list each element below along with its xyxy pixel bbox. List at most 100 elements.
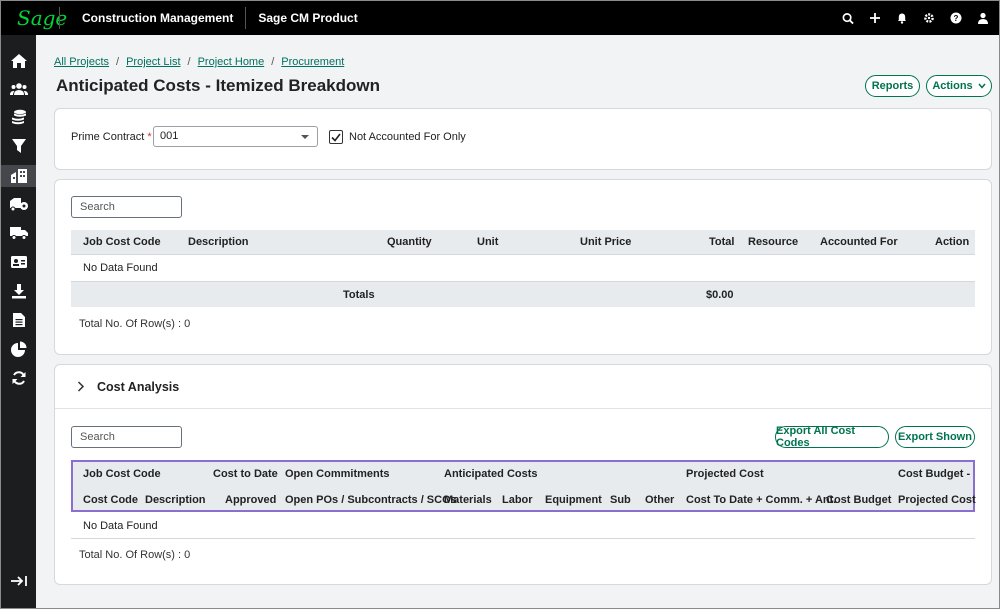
actions-label: Actions <box>932 80 973 92</box>
col-ca-description[interactable]: Description <box>145 494 206 506</box>
refresh-icon[interactable] <box>9 368 29 388</box>
people-icon[interactable] <box>9 79 29 99</box>
cost-analysis-title: Cost Analysis <box>97 380 180 394</box>
prime-contract-value: 001 <box>160 130 179 142</box>
group-job-cost-code[interactable]: Job Cost Code <box>83 468 161 480</box>
home-icon[interactable] <box>9 51 29 71</box>
main-content: All Projects / Project List / Project Ho… <box>37 35 999 608</box>
app-title[interactable]: Construction Management <box>60 11 245 25</box>
col-cost-to-date-comm-ant[interactable]: Cost To Date + Comm. + Ant. <box>686 494 836 506</box>
top-bar: Sage Construction Management Sage CM Pro… <box>1 1 999 35</box>
col-other[interactable]: Other <box>645 494 674 506</box>
col-sub[interactable]: Sub <box>610 494 631 506</box>
breadcrumb-separator: / <box>116 56 120 68</box>
row-divider <box>71 254 975 255</box>
col-materials[interactable]: Materials <box>444 494 492 506</box>
plus-icon[interactable] <box>869 12 881 24</box>
export-shown-button[interactable]: Export Shown <box>895 426 975 448</box>
top-icons: ? <box>842 1 989 35</box>
itemized-totals-row: Totals $0.00 <box>71 281 975 307</box>
actions-button[interactable]: Actions <box>926 75 992 97</box>
delivery-truck-icon[interactable] <box>9 223 29 243</box>
totals-value: $0.00 <box>706 289 734 301</box>
group-anticipated-costs[interactable]: Anticipated Costs <box>444 468 538 480</box>
itemized-row-count: Total No. Of Row(s) : 0 <box>79 318 191 330</box>
prime-contract-select[interactable]: 001 <box>153 126 318 147</box>
sidebar <box>1 35 36 608</box>
totals-label: Totals <box>343 289 375 301</box>
itemized-table-header: Job Cost Code Description Quantity Unit … <box>71 230 975 254</box>
reports-button[interactable]: Reports <box>865 75 920 97</box>
breadcrumb-separator: / <box>271 56 275 68</box>
breadcrumb-all-projects[interactable]: All Projects <box>54 56 109 68</box>
not-accounted-label: Not Accounted For Only <box>349 131 466 143</box>
prime-contract-label: Prime Contract * <box>71 131 152 143</box>
group-open-commitments[interactable]: Open Commitments <box>285 468 390 480</box>
app-window: Sage Construction Management Sage CM Pro… <box>0 0 1000 609</box>
caret-down-icon <box>301 135 309 139</box>
col-quantity[interactable]: Quantity <box>387 236 432 248</box>
breadcrumb-project-home[interactable]: Project Home <box>198 56 265 68</box>
chevron-right-icon[interactable] <box>77 381 85 395</box>
chevron-down-icon <box>978 83 986 89</box>
pie-chart-icon[interactable] <box>9 339 29 359</box>
filter-icon[interactable] <box>9 136 29 156</box>
group-cost-budget[interactable]: Cost Budget - <box>898 468 970 480</box>
col-cost-budget[interactable]: Cost Budget <box>826 494 891 506</box>
breadcrumb: All Projects / Project List / Project Ho… <box>54 56 344 68</box>
breadcrumb-separator: / <box>187 56 191 68</box>
col-unit[interactable]: Unit <box>477 236 498 248</box>
col-projected-cost[interactable]: Projected Cost <box>898 494 976 506</box>
help-icon[interactable]: ? <box>950 12 962 24</box>
itemized-search-input[interactable]: Search <box>71 196 182 218</box>
group-cost-to-date[interactable]: Cost to Date <box>213 468 278 480</box>
user-icon[interactable] <box>977 12 989 24</box>
itemized-empty-text: No Data Found <box>83 262 158 274</box>
checkmark-icon <box>331 133 341 142</box>
col-approved[interactable]: Approved <box>225 494 276 506</box>
cost-analysis-header[interactable]: Cost Analysis <box>55 365 991 409</box>
col-resource[interactable]: Resource <box>748 236 798 248</box>
cost-analysis-empty-text: No Data Found <box>83 520 158 532</box>
col-open-pos[interactable]: Open POs / Subcontracts / SCOs <box>285 494 457 506</box>
col-total[interactable]: Total <box>709 236 734 248</box>
not-accounted-checkbox[interactable] <box>329 130 343 144</box>
database-icon[interactable] <box>9 107 29 127</box>
breadcrumb-project-list[interactable]: Project List <box>126 56 180 68</box>
col-description[interactable]: Description <box>188 236 249 248</box>
product-name[interactable]: Sage CM Product <box>246 11 369 25</box>
col-labor[interactable]: Labor <box>502 494 533 506</box>
cost-analysis-search-input[interactable]: Search <box>71 426 182 448</box>
filter-card: Prime Contract * 001 Not Accounted For O… <box>54 108 992 170</box>
export-all-label: Export All Cost Codes <box>776 425 856 449</box>
required-mark: * <box>147 131 152 143</box>
col-unit-price[interactable]: Unit Price <box>580 236 631 248</box>
search-icon[interactable] <box>842 12 854 24</box>
export-shown-label: Export Shown <box>898 431 972 443</box>
cost-analysis-card: Cost Analysis Search Export All Cost Cod… <box>54 364 992 585</box>
download-icon[interactable] <box>9 281 29 301</box>
sage-logo[interactable]: Sage <box>1 6 67 30</box>
group-projected-cost[interactable]: Projected Cost <box>686 468 764 480</box>
gear-icon[interactable] <box>923 12 935 24</box>
reports-label: Reports <box>871 80 914 92</box>
buildings-icon[interactable] <box>1 165 36 187</box>
col-action[interactable]: Action <box>935 236 969 248</box>
svg-text:?: ? <box>954 14 959 23</box>
truck-gear-icon[interactable] <box>9 194 29 214</box>
bell-icon[interactable] <box>896 12 908 24</box>
breadcrumb-procurement[interactable]: Procurement <box>281 56 344 68</box>
cost-analysis-table-header: Job Cost Code Cost to Date Open Commitme… <box>71 460 976 512</box>
collapse-sidebar-icon[interactable] <box>9 571 29 591</box>
cost-analysis-row-count: Total No. Of Row(s) : 0 <box>79 549 191 561</box>
document-icon[interactable] <box>9 310 29 330</box>
col-accounted-for[interactable]: Accounted For <box>820 236 898 248</box>
row-divider <box>71 538 975 539</box>
col-cost-code[interactable]: Cost Code <box>83 494 138 506</box>
col-job-cost-code[interactable]: Job Cost Code <box>83 236 161 248</box>
col-equipment[interactable]: Equipment <box>545 494 602 506</box>
itemized-breakdown-card: Search Job Cost Code Description Quantit… <box>54 179 992 355</box>
page-title: Anticipated Costs - Itemized Breakdown <box>56 76 380 95</box>
export-all-cost-codes-button[interactable]: Export All Cost Codes <box>775 425 889 449</box>
id-card-icon[interactable] <box>9 252 29 272</box>
